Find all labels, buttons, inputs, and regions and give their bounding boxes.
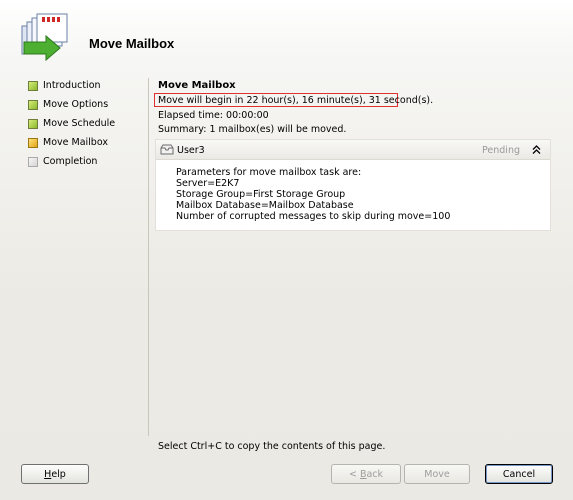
task-header[interactable]: User3 Pending	[156, 140, 550, 160]
help-button[interactable]: Help	[21, 464, 89, 484]
step-completion: Completion	[28, 156, 148, 175]
step-done-icon	[28, 119, 38, 129]
step-done-icon	[28, 81, 38, 91]
cancel-button[interactable]: Cancel	[485, 464, 553, 484]
step-label: Move Options	[43, 99, 109, 110]
summary-text: Summary: 1 mailbox(es) will be moved.	[158, 124, 347, 135]
step-introduction: Introduction	[28, 80, 148, 99]
step-pending-icon	[28, 157, 38, 167]
step-move-mailbox: Move Mailbox	[28, 137, 148, 156]
task-status: Pending	[482, 145, 520, 156]
step-move-options: Move Options	[28, 99, 148, 118]
begin-status-text: Move will begin in 22 hour(s), 16 minute…	[158, 95, 434, 106]
params-title: Parameters for move mailbox task are:	[176, 167, 362, 178]
step-label: Introduction	[43, 80, 101, 91]
collapse-icon[interactable]	[532, 145, 541, 154]
param-corrupted-messages: Number of corrupted messages to skip dur…	[176, 211, 451, 222]
step-done-icon	[28, 100, 38, 110]
step-label: Move Mailbox	[43, 137, 108, 148]
back-button[interactable]: < Back	[331, 464, 401, 484]
param-mailbox-database: Mailbox Database=Mailbox Database	[176, 200, 354, 211]
move-button[interactable]: Move	[404, 464, 470, 484]
task-panel: User3 Pending Parameters for move mailbo…	[155, 139, 551, 231]
page-title: Move Mailbox	[158, 80, 236, 91]
wizard-steps: Introduction Move Options Move Schedule …	[28, 80, 148, 175]
step-label: Completion	[43, 156, 98, 167]
wizard-window: Move Mailbox Introduction Move Options M…	[0, 0, 573, 500]
task-user-name: User3	[177, 145, 205, 156]
param-server: Server=E2K7	[176, 178, 240, 189]
wizard-title: Move Mailbox	[89, 36, 175, 51]
copy-hint: Select Ctrl+C to copy the contents of th…	[158, 441, 386, 452]
move-mailbox-wizard-icon	[21, 13, 68, 62]
step-current-icon	[28, 138, 38, 148]
mailbox-icon	[160, 144, 174, 155]
elapsed-time-text: Elapsed time: 00:00:00	[158, 110, 269, 121]
step-move-schedule: Move Schedule	[28, 118, 148, 137]
vertical-divider	[148, 78, 149, 436]
param-storage-group: Storage Group=First Storage Group	[176, 189, 346, 200]
step-label: Move Schedule	[43, 118, 116, 129]
